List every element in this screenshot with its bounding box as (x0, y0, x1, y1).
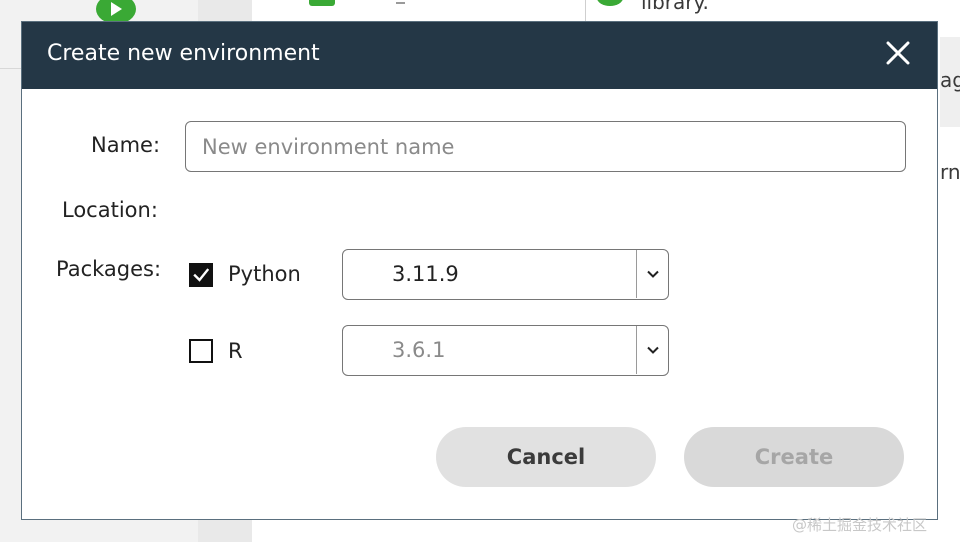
dialog-header: Create new environment (22, 22, 937, 89)
r-label: R (228, 339, 243, 363)
cancel-button[interactable]: Cancel (436, 427, 656, 487)
status-square-icon (309, 0, 335, 6)
location-label: Location: (62, 198, 158, 222)
background-text-right-1: ag (940, 68, 960, 92)
checkmark-icon (193, 268, 209, 282)
python-checkbox[interactable] (189, 263, 213, 287)
python-version-value: 3.11.9 (392, 262, 459, 286)
background-text-right-2: rn (940, 160, 960, 184)
background-text-library: library. (641, 0, 709, 14)
watermark: @稀土掘金技术社区 (792, 516, 928, 534)
chevron-down-icon (647, 270, 659, 278)
environment-name-input[interactable] (185, 121, 906, 172)
dash-icon (396, 2, 405, 4)
select-divider (636, 326, 637, 374)
python-label: Python (228, 262, 301, 286)
packages-label: Packages: (56, 257, 162, 281)
chevron-down-icon (647, 346, 659, 354)
select-divider (636, 250, 637, 298)
r-checkbox[interactable] (189, 339, 213, 363)
close-icon[interactable] (884, 39, 912, 67)
python-version-select[interactable]: 3.11.9 (342, 249, 669, 300)
status-circle-icon (597, 0, 623, 6)
r-version-select[interactable]: 3.6.1 (342, 325, 669, 376)
dialog-title: Create new environment (47, 41, 320, 66)
name-label: Name: (91, 133, 161, 157)
r-version-value: 3.6.1 (392, 338, 446, 362)
create-button[interactable]: Create (684, 427, 904, 487)
create-environment-dialog: Create new environment Name: Location: P… (21, 21, 938, 520)
background-divider (585, 0, 586, 22)
